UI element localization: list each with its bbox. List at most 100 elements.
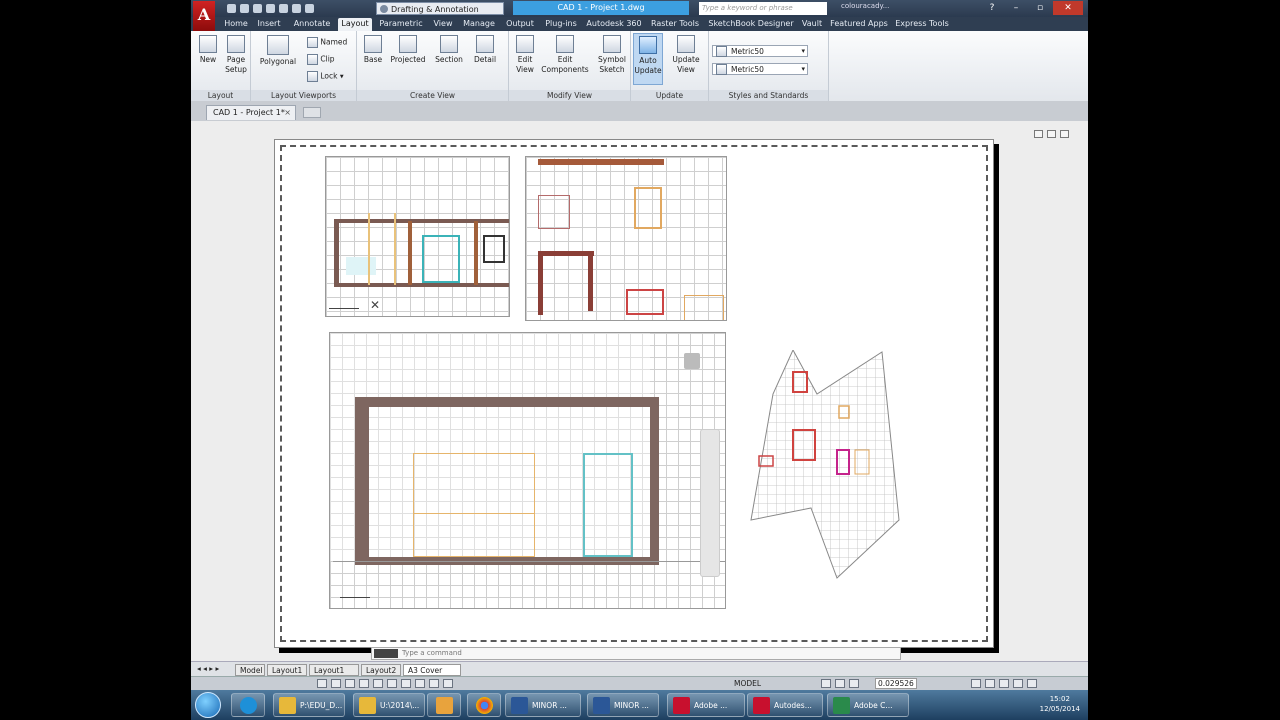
snap-icon[interactable]	[317, 679, 327, 688]
layout-tab-layout2[interactable]: Layout2	[361, 664, 401, 676]
command-line[interactable]: Type a command	[371, 647, 901, 660]
redo-icon[interactable]	[305, 4, 314, 13]
taskbar-item[interactable]: P:\EDU_D...	[273, 693, 345, 717]
tab-annotate[interactable]: Annotate	[289, 18, 335, 31]
tab-layout[interactable]: Layout	[338, 18, 372, 31]
tab-featured-apps[interactable]: Featured Apps	[828, 18, 890, 31]
symbol-sketch-button[interactable]: Symbol Sketch	[595, 35, 629, 75]
tab-parametric[interactable]: Parametric	[375, 18, 427, 31]
tab-manage[interactable]: Manage	[459, 18, 499, 31]
undo-icon[interactable]	[292, 4, 301, 13]
ducs-icon[interactable]	[401, 679, 411, 688]
base-view-button[interactable]: Base	[361, 35, 385, 65]
viewport-close-icon[interactable]	[1060, 130, 1069, 138]
start-button[interactable]	[195, 692, 221, 718]
model-space-toggle[interactable]: MODEL	[734, 678, 761, 690]
viewport-minimize-icon[interactable]	[1034, 130, 1043, 138]
edit-components-button[interactable]: Edit Components	[539, 35, 591, 75]
taskbar-item[interactable]: Adobe ...	[667, 693, 745, 717]
layout-nav-arrows[interactable]: ◂ ◂ ▸ ▸	[197, 663, 219, 675]
grid-icon[interactable]	[331, 679, 341, 688]
user-account[interactable]: colouracady...	[841, 2, 889, 10]
viewport-plan[interactable]	[525, 156, 727, 321]
taskbar-item[interactable]: U:\2014\...	[353, 693, 425, 717]
osnap-icon[interactable]	[373, 679, 383, 688]
ie-pinned[interactable]	[231, 693, 265, 717]
save-as-icon[interactable]	[266, 4, 275, 13]
lineweight-icon[interactable]	[429, 679, 439, 688]
open-file-icon[interactable]	[240, 4, 249, 13]
viewport-section[interactable]: ✕	[325, 156, 510, 317]
tab-vault[interactable]: Vault	[799, 18, 825, 31]
tab-raster-tools[interactable]: Raster Tools	[647, 18, 703, 31]
document-tab[interactable]: CAD 1 - Project 1* ×	[206, 105, 296, 120]
ortho-icon[interactable]	[345, 679, 355, 688]
layout-tab-model[interactable]: Model	[235, 664, 265, 676]
polar-icon[interactable]	[359, 679, 369, 688]
detail-style-dropdown[interactable]: Metric50	[712, 63, 808, 75]
tab-output[interactable]: Output	[502, 18, 538, 31]
detail-view-button[interactable]: Detail	[469, 35, 501, 65]
tab-plug-ins[interactable]: Plug-ins	[541, 18, 581, 31]
isolate-icon[interactable]	[999, 679, 1009, 688]
chrome-pinned[interactable]	[467, 693, 501, 717]
autocad-logo[interactable]: A	[193, 1, 215, 31]
drawing-canvas[interactable]: ✕	[191, 121, 1088, 661]
layout-tab-layout1-2-[interactable]: Layout1 (2)	[309, 664, 359, 686]
layout-tab-layout1[interactable]: Layout1	[267, 664, 307, 676]
search-input[interactable]: Type a keyword or phrase	[699, 2, 827, 15]
section-style-dropdown[interactable]: Metric50	[712, 45, 808, 57]
taskbar-item[interactable]: Autodes...	[747, 693, 823, 717]
workspace-dropdown[interactable]: Drafting & Annotation	[376, 2, 504, 15]
navigation-bar[interactable]	[700, 429, 720, 577]
workspace-icon[interactable]	[971, 679, 981, 688]
pan-icon[interactable]	[835, 679, 845, 688]
clean-screen-icon[interactable]	[1027, 679, 1037, 688]
hardware-icon[interactable]	[1013, 679, 1023, 688]
zoom-icon[interactable]	[849, 679, 859, 688]
tab-autodesk-360[interactable]: Autodesk 360	[584, 18, 644, 31]
otrack-icon[interactable]	[387, 679, 397, 688]
quick-view-icon[interactable]	[821, 679, 831, 688]
tab-sketchbook-designer[interactable]: SketchBook Designer	[706, 18, 796, 31]
polygonal-viewport[interactable]	[749, 350, 901, 580]
viewport-scale[interactable]: 0.029526	[875, 678, 917, 689]
new-layout-button[interactable]: New	[197, 35, 219, 65]
new-tab-button[interactable]	[303, 107, 321, 118]
tab-express-tools[interactable]: Express Tools	[893, 18, 951, 31]
maximize-icon[interactable]: ▫	[1029, 1, 1051, 15]
save-icon[interactable]	[253, 4, 262, 13]
viewcube-icon[interactable]	[684, 353, 700, 369]
lock-button[interactable]: Lock ▾	[307, 71, 344, 82]
clock[interactable]: 15:02 12/05/2014	[1040, 694, 1080, 714]
tab-home[interactable]: Home	[223, 18, 249, 31]
taskbar-item[interactable]: MINOR ...	[587, 693, 659, 717]
clip-button[interactable]: Clip	[307, 54, 335, 65]
polygonal-viewport-button[interactable]: Polygonal	[259, 35, 297, 67]
section-view-button[interactable]: Section	[433, 35, 465, 65]
help-icon[interactable]: ?	[981, 1, 1003, 15]
auto-update-button[interactable]: Auto Update	[633, 33, 663, 85]
close-icon[interactable]: ✕	[1053, 1, 1083, 15]
new-file-icon[interactable]	[227, 4, 236, 13]
minimize-icon[interactable]: –	[1005, 1, 1027, 15]
edit-view-button[interactable]: Edit View	[513, 35, 537, 75]
named-button[interactable]: Named	[307, 37, 347, 48]
update-view-button[interactable]: Update View	[669, 35, 703, 75]
plot-icon[interactable]	[279, 4, 288, 13]
layout-tab-a3-cover-page[interactable]: A3 Cover Page	[403, 664, 461, 686]
viewport-restore-icon[interactable]	[1047, 130, 1056, 138]
tab-view[interactable]: View	[430, 18, 456, 31]
media-pinned[interactable]	[427, 693, 461, 717]
page-setup-button[interactable]: Page Setup	[223, 35, 249, 75]
transparency-icon[interactable]	[443, 679, 453, 688]
command-input[interactable]: Type a command	[402, 649, 462, 657]
projected-view-button[interactable]: Projected	[387, 35, 429, 65]
taskbar-item[interactable]: MINOR ...	[505, 693, 581, 717]
dyn-icon[interactable]	[415, 679, 425, 688]
lock-ui-icon[interactable]	[985, 679, 995, 688]
close-tab-icon[interactable]: ×	[284, 106, 291, 119]
tab-insert[interactable]: Insert	[252, 18, 286, 31]
viewport-detail[interactable]	[329, 332, 726, 609]
taskbar-item[interactable]: Adobe C...	[827, 693, 909, 717]
